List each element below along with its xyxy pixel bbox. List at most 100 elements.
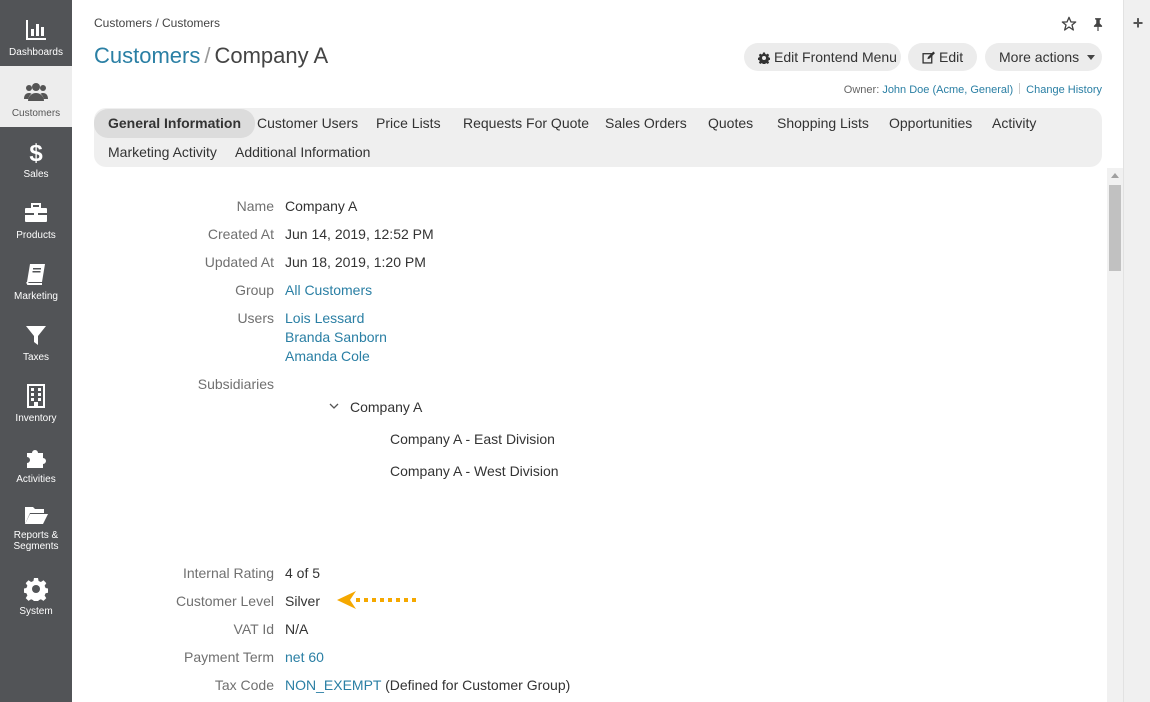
change-history-link[interactable]: Change History	[1026, 84, 1102, 96]
tab-customer-users[interactable]: Customer Users	[243, 109, 372, 138]
folder-open-icon	[25, 507, 48, 524]
vat-id-label: VAT Id	[233, 621, 274, 637]
tab-additional-information[interactable]: Additional Information	[221, 138, 384, 167]
customer-level-label: Customer Level	[175, 593, 274, 609]
vat-id-value: N/A	[285, 621, 309, 637]
gear-icon	[24, 578, 48, 601]
internal-rating-value: 4 of 5	[285, 565, 321, 581]
group-link[interactable]: All Customers	[285, 282, 372, 298]
tab-general-information[interactable]: General Information	[94, 109, 256, 138]
sidebar-item-inventory[interactable]: Inventory	[0, 371, 72, 432]
tab-quotes[interactable]: Quotes	[694, 109, 767, 138]
star-icon[interactable]	[1061, 16, 1077, 32]
user-link[interactable]: Lois Lessard	[285, 310, 364, 326]
tax-code-link[interactable]: NON_EXEMPT	[285, 677, 381, 693]
plus-icon[interactable]: +	[1131, 14, 1145, 32]
title-separator: /	[204, 43, 211, 68]
payment-term-link[interactable]: net 60	[285, 649, 324, 665]
pin-icon[interactable]	[1091, 16, 1105, 32]
tax-code-note: (Defined for Customer Group)	[385, 677, 571, 693]
tab-activity[interactable]: Activity	[978, 109, 1050, 138]
sidebar-label: Reports & Segments	[13, 530, 59, 552]
scroll-thumb[interactable]	[1109, 185, 1121, 271]
right-rail: +	[1123, 0, 1150, 702]
owner-prefix: Owner:	[843, 84, 883, 96]
sidebar-item-dashboards[interactable]: Dashboards	[0, 5, 72, 66]
sidebar-item-products[interactable]: Products	[0, 188, 72, 249]
users-icon	[24, 83, 48, 101]
scrollbar[interactable]	[1107, 168, 1123, 702]
sidebar-label: System	[19, 606, 53, 617]
name-label: Name	[236, 198, 274, 214]
edit-frontend-menu-label: Edit Frontend Menu	[774, 49, 897, 65]
edit-frontend-menu-button[interactable]: Edit Frontend Menu	[744, 43, 901, 71]
name-value: Company A	[285, 198, 358, 214]
sidebar-label: Customers	[11, 108, 61, 119]
owner-org-link[interactable]: (Acme, General)	[932, 84, 1013, 96]
subsidiary-child[interactable]: Company A - West Division	[390, 463, 559, 479]
owner-link[interactable]: John Doe	[882, 84, 929, 96]
created-at-label: Created At	[207, 226, 274, 242]
sidebar-item-marketing[interactable]: Marketing	[0, 249, 72, 310]
edit-icon	[922, 51, 935, 64]
sidebar-item-activities[interactable]: Activities	[0, 432, 72, 493]
tab-price-lists[interactable]: Price Lists	[362, 109, 455, 138]
internal-rating-label: Internal Rating	[182, 565, 274, 581]
annotation-arrow-icon	[337, 591, 420, 609]
title-customers-link[interactable]: Customers	[94, 43, 200, 68]
scroll-up-arrow-icon[interactable]	[1111, 173, 1119, 178]
gear-icon	[757, 52, 771, 66]
subsidiaries-label: Subsidiaries	[197, 376, 274, 392]
owner-line: Owner: John Doe (Acme, General) Change Hi…	[844, 83, 1102, 96]
divider	[1019, 83, 1021, 94]
sidebar-item-sales[interactable]: $ Sales	[0, 127, 72, 188]
sidebar-label: Marketing	[14, 291, 58, 302]
tab-sales-orders[interactable]: Sales Orders	[591, 109, 701, 138]
tab-requests-for-quote[interactable]: Requests For Quote	[449, 109, 603, 138]
sidebar-item-taxes[interactable]: Taxes	[0, 310, 72, 371]
payment-term-label: Payment Term	[184, 649, 274, 665]
dollar-icon: $	[29, 140, 43, 164]
subsidiary-root[interactable]: Company A	[350, 399, 422, 415]
user-link[interactable]: Branda Sanborn	[285, 329, 387, 345]
edit-button[interactable]: Edit	[908, 43, 977, 71]
tab-opportunities[interactable]: Opportunities	[875, 109, 986, 138]
bar-chart-icon	[26, 20, 46, 40]
edit-label: Edit	[939, 49, 964, 65]
tax-code-value: NON_EXEMPT (Defined for Customer Group)	[285, 677, 570, 693]
created-at-value: Jun 14, 2019, 12:52 PM	[285, 226, 434, 242]
tax-code-label: Tax Code	[214, 677, 274, 693]
tab-marketing-activity[interactable]: Marketing Activity	[94, 138, 231, 167]
user-link[interactable]: Amanda Cole	[285, 348, 370, 364]
sidebar-label: Taxes	[22, 352, 50, 363]
sidebar-label: Inventory	[15, 413, 57, 424]
book-icon	[26, 264, 45, 285]
sidebar-item-customers[interactable]: Customers	[0, 66, 72, 127]
updated-at-label: Updated At	[204, 254, 274, 270]
customer-level-value: Silver	[285, 593, 321, 609]
more-actions-button[interactable]: More actions	[985, 43, 1102, 71]
caret-down-icon	[1087, 55, 1096, 60]
tab-bar: General Information Customer Users Price…	[94, 108, 1102, 167]
filter-icon	[26, 326, 46, 345]
briefcase-icon	[25, 203, 47, 222]
tab-shopping-lists[interactable]: Shopping Lists	[763, 109, 883, 138]
puzzle-icon	[27, 450, 46, 468]
title-entity: Company A	[214, 43, 329, 68]
main-sidebar: Dashboards Customers $ Sales Products Ma…	[0, 0, 72, 702]
sidebar-label: Products	[16, 230, 56, 241]
more-actions-label: More actions	[999, 49, 1080, 65]
chevron-down-icon[interactable]	[329, 402, 339, 410]
svg-text:$: $	[29, 140, 43, 164]
sidebar-item-reports-segments[interactable]: Reports & Segments	[0, 493, 72, 554]
subsidiary-child[interactable]: Company A - East Division	[390, 431, 555, 447]
group-label: Group	[235, 282, 274, 298]
page-title: Customers / Company A	[94, 43, 328, 69]
users-label: Users	[237, 310, 274, 326]
sidebar-label: Dashboards	[9, 47, 63, 58]
sidebar-label: Sales	[23, 169, 49, 180]
sidebar-label: Activities	[16, 474, 56, 485]
building-icon	[27, 384, 45, 408]
breadcrumb: Customers / Customers	[94, 16, 221, 30]
sidebar-item-system[interactable]: System	[0, 564, 72, 625]
